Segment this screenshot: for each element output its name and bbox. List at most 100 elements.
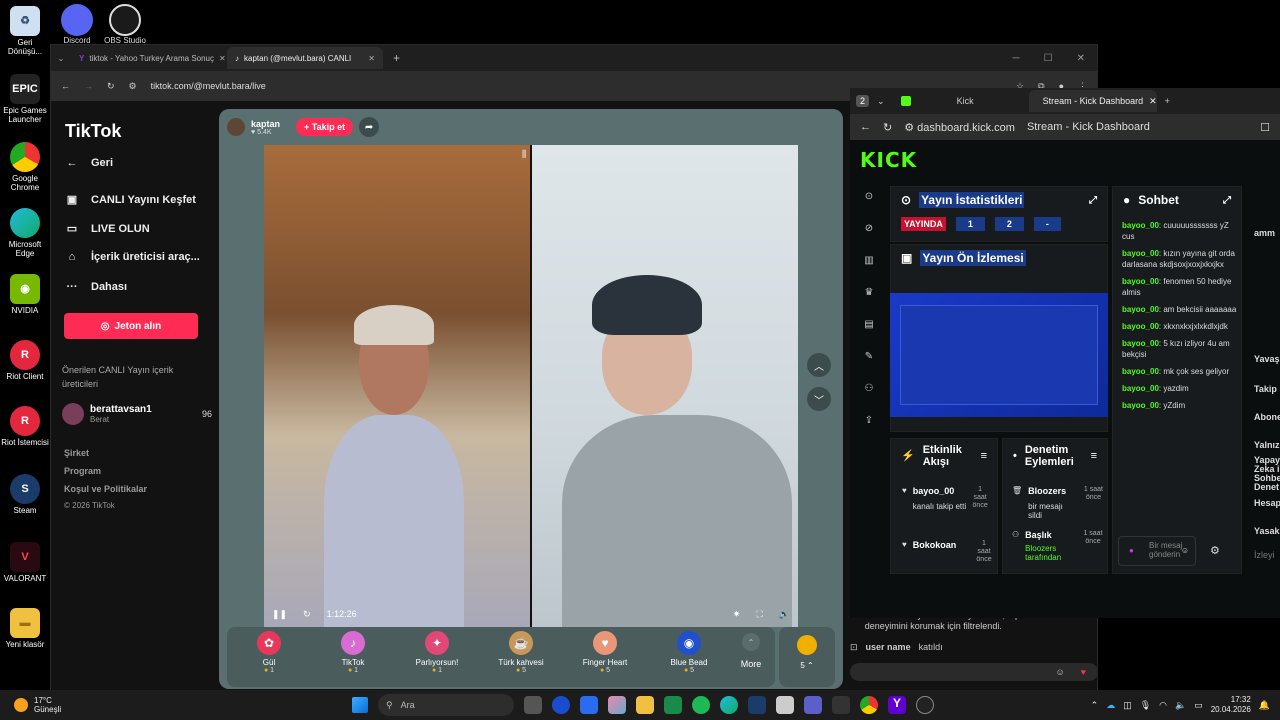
tab-list-icon[interactable]: ⌄ xyxy=(877,96,885,107)
chat-message-input[interactable]: ● Bir mesaj gönderin ☺ xyxy=(1118,536,1196,566)
teams-icon[interactable] xyxy=(804,696,822,714)
users-icon[interactable]: ⚇ xyxy=(850,372,888,404)
share-icon[interactable]: ➦ xyxy=(359,117,380,137)
footer-link-program[interactable]: Program xyxy=(64,466,101,476)
heart-icon[interactable]: ♥ xyxy=(1081,667,1086,678)
chevron-up-icon[interactable]: ⌃ xyxy=(1091,700,1099,711)
steam-icon[interactable] xyxy=(748,696,766,714)
trophy-icon[interactable]: ♛ xyxy=(850,276,888,308)
steam-icon[interactable]: S Steam xyxy=(0,474,50,515)
recycle-bin-icon[interactable]: ♻ Geri Dönüşü... xyxy=(0,6,50,56)
kick-logo[interactable]: KICK xyxy=(860,148,917,172)
chart-icon[interactable]: ▥ xyxy=(850,244,888,276)
url-field[interactable]: tiktok.com/@mevlut.bara/live xyxy=(151,81,266,91)
clock[interactable]: 17:32 20.04.2026 xyxy=(1211,695,1251,715)
mic-icon[interactable]: ● xyxy=(1129,546,1134,555)
epic-games-icon[interactable]: EPIC Epic Games Launcher xyxy=(0,74,50,124)
side-label[interactable]: İzleyi xyxy=(1254,550,1275,560)
tab-tiktok-live[interactable]: ♪ kaptan (@mevlut.bara) CANLI ✕ xyxy=(227,47,383,69)
suggested-creator-item[interactable]: berattavsan1 Berat 96 xyxy=(62,403,212,425)
yahoo-icon[interactable]: Y xyxy=(888,696,906,714)
side-label[interactable]: Takip xyxy=(1254,384,1277,394)
file-explorer-icon[interactable] xyxy=(636,696,654,714)
volume-icon[interactable]: 🔈 xyxy=(1175,700,1186,711)
battery-icon[interactable]: ▭ xyxy=(1194,700,1203,711)
gift-item[interactable]: ♪ TikTok ● 1 xyxy=(311,627,395,687)
maximize-icon[interactable]: ☐ xyxy=(1044,53,1053,64)
nvidia-icon[interactable]: ◉ NVIDIA xyxy=(0,274,50,315)
stream-preview-video[interactable] xyxy=(890,293,1108,417)
back-arrow-icon[interactable]: ← xyxy=(61,81,70,91)
tiktok-logo[interactable]: TikTok xyxy=(65,121,121,142)
coin-balance[interactable]: 5 ⌃ xyxy=(779,627,835,687)
edge-icon[interactable] xyxy=(720,696,738,714)
volume-icon[interactable]: 🔈 xyxy=(779,609,790,620)
taskbar-search[interactable]: ⚲ Ara xyxy=(378,694,514,716)
live-video[interactable]: ⫼ ❚❚ ↻ 1:12:26 ✷ ⛶ 🔈 xyxy=(264,145,798,627)
gift-item[interactable]: ✦ Parlıyorsun! ● 1 xyxy=(395,627,479,687)
follow-button[interactable]: + Takip et xyxy=(296,118,354,136)
ea-app-icon[interactable] xyxy=(552,696,570,714)
filter-icon[interactable]: ≡ xyxy=(981,450,987,462)
gift-item[interactable]: ♥ Finger Heart ● 5 xyxy=(563,627,647,687)
close-tab-icon[interactable]: ✕ xyxy=(1149,96,1156,107)
reload-icon[interactable]: ↻ xyxy=(883,121,892,134)
spotify-icon[interactable] xyxy=(692,696,710,714)
side-label[interactable]: Abone xyxy=(1254,412,1280,422)
weather-widget[interactable]: 17°C Güneşli xyxy=(14,696,61,714)
gear-icon[interactable]: ⚙ xyxy=(1210,544,1220,557)
tab-yahoo[interactable]: Y tiktok - Yahoo Turkey Arama Sonuç ✕ xyxy=(71,47,227,69)
minimize-icon[interactable]: ─ xyxy=(1013,53,1020,64)
reload-icon[interactable]: ↻ xyxy=(107,81,115,92)
nav-more[interactable]: ··· Dahası xyxy=(65,281,128,293)
avatar[interactable] xyxy=(227,118,245,136)
site-info-icon[interactable]: ⚙ xyxy=(129,81,137,92)
filter-icon[interactable]: ≡ xyxy=(1091,450,1097,462)
wifi-icon[interactable]: ◠ xyxy=(1159,700,1167,711)
notification-bell-icon[interactable]: 🔔 xyxy=(1259,700,1270,711)
tab-kick[interactable]: Kick xyxy=(893,90,1021,112)
nav-back[interactable]: ← Geri xyxy=(65,157,114,169)
url-field[interactable]: ⚙ dashboard.kick.com xyxy=(904,121,1015,134)
onedrive-icon[interactable]: ☁ xyxy=(1106,700,1115,711)
tab-count[interactable]: 2 xyxy=(856,95,870,107)
valorant-icon[interactable]: V VALORANT xyxy=(0,542,50,583)
app-icon[interactable] xyxy=(832,696,850,714)
riot-client-icon[interactable]: R Riot Client xyxy=(0,340,50,381)
popout-icon[interactable]: ⤢ xyxy=(1089,195,1097,206)
obs-icon[interactable]: OBS Studio xyxy=(102,4,148,45)
edge-icon[interactable]: Microsoft Edge xyxy=(0,208,50,258)
chrome-icon[interactable] xyxy=(860,696,878,714)
more-gifts-button[interactable]: ⌃ More xyxy=(731,627,771,687)
buy-coins-button[interactable]: ◎ Jeton alın xyxy=(64,313,198,339)
previous-live-button[interactable]: ︿ xyxy=(807,353,831,377)
upload-icon[interactable]: ⇪ xyxy=(850,404,888,436)
side-label[interactable]: Yasak xyxy=(1254,526,1280,536)
nav-creator-tools[interactable]: ⌂ İçerik üreticisi araç... xyxy=(65,251,200,263)
fullscreen-icon[interactable]: ⛶ xyxy=(756,609,762,620)
broadcast-icon[interactable]: ⊙ xyxy=(850,180,888,212)
forward-arrow-icon[interactable]: → xyxy=(84,81,93,91)
gift-item[interactable]: ◉ Blue Bead ● 5 xyxy=(647,627,731,687)
obs-icon[interactable] xyxy=(916,696,934,714)
link-icon[interactable]: ⊘ xyxy=(850,212,888,244)
multi-guest-icon[interactable]: ⫼ xyxy=(522,149,526,160)
side-label[interactable]: Yapay Zeka i Sohbe Denet xyxy=(1254,456,1280,494)
notepad-icon[interactable] xyxy=(776,696,794,714)
start-button[interactable] xyxy=(352,697,368,713)
discord-icon[interactable]: Discord xyxy=(54,4,100,45)
footer-link-company[interactable]: Şirket xyxy=(64,448,89,458)
footer-link-terms[interactable]: Koşul ve Politikalar xyxy=(64,484,147,494)
gift-item[interactable]: ✿ Gül ● 1 xyxy=(227,627,311,687)
popout-icon[interactable]: ⤢ xyxy=(1223,195,1231,206)
riot-istemcisi-icon[interactable]: R Riot İstemcisi xyxy=(0,406,50,447)
nav-go-live[interactable]: ▭ LIVE OLUN xyxy=(65,222,150,236)
folder-icon[interactable]: ▬ Yeni klasör xyxy=(0,608,50,649)
wrench-icon[interactable]: ✎ xyxy=(850,340,888,372)
store-icon[interactable] xyxy=(580,696,598,714)
side-label[interactable]: Yavaş xyxy=(1254,354,1280,364)
copilot-icon[interactable] xyxy=(608,696,626,714)
host-name[interactable]: kaptan xyxy=(251,119,280,129)
emoji-icon[interactable]: ☺ xyxy=(1181,546,1189,555)
chat-input[interactable]: ☺ ♥ xyxy=(850,663,1098,681)
